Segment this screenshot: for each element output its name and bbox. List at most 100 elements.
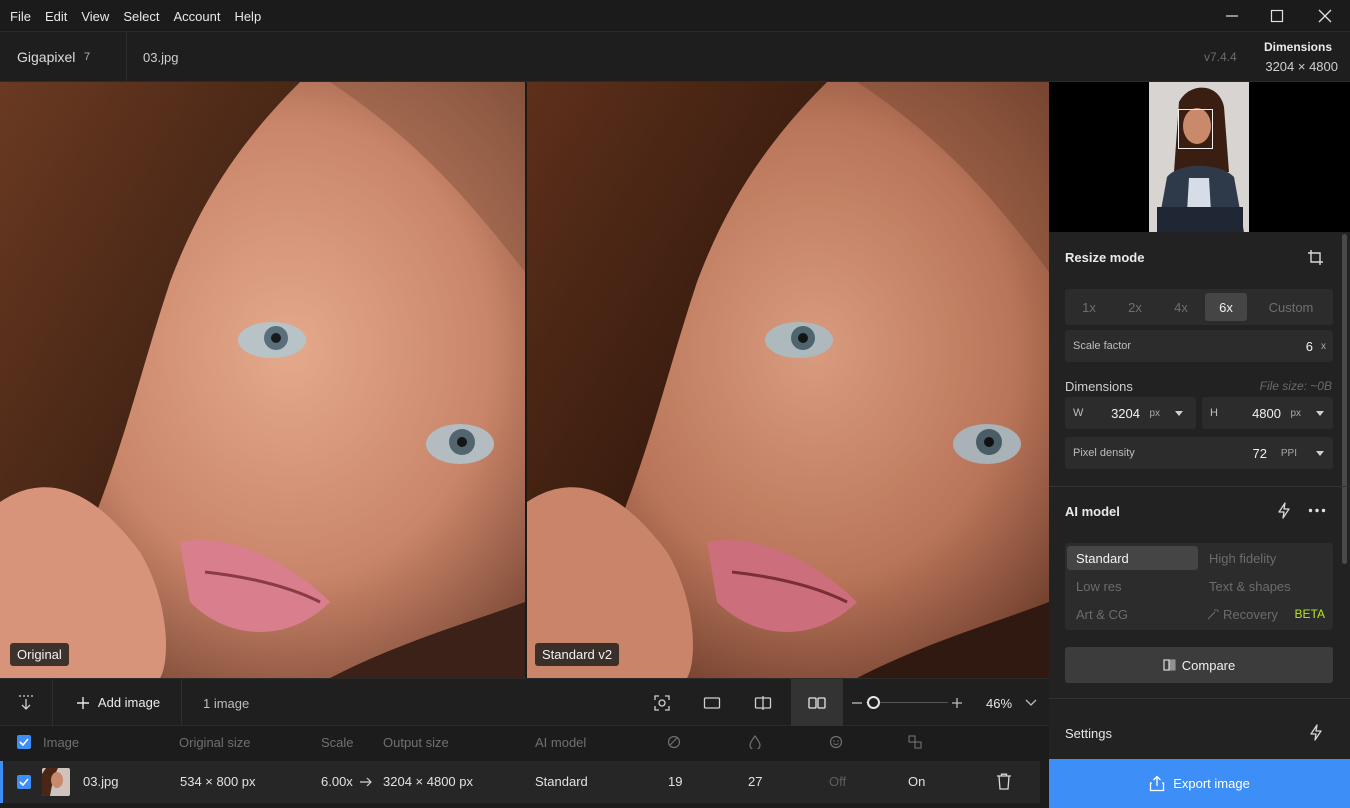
image-count: 1 image [203,696,250,711]
focus-frame-icon [654,694,670,711]
original-pane[interactable]: Original [0,82,525,678]
single-view-button[interactable] [695,679,729,726]
settings-title[interactable]: Settings [1065,726,1112,741]
model-recovery[interactable]: Recovery BETA [1200,602,1331,626]
beta-badge: BETA [1294,607,1325,621]
menu-view[interactable]: View [81,9,109,24]
row-face-recovery-value: Off [829,774,847,789]
menu-help[interactable]: Help [234,9,261,24]
add-image-button[interactable]: Add image [66,679,170,726]
scale-factor-label: Scale factor [1073,340,1132,352]
enhanced-photo [527,82,1049,678]
resize-mode-title: Resize mode [1065,250,1145,265]
import-button[interactable] [0,679,52,726]
zoom-dropdown-button[interactable] [1020,679,1042,726]
width-field[interactable]: W 3204 px [1065,397,1196,429]
chevron-down-icon [1025,699,1037,706]
menu-account[interactable]: Account [173,9,220,24]
scale-option-2x[interactable]: 2x [1115,293,1155,321]
divider [1049,698,1350,699]
navigator-viewport[interactable] [1178,109,1213,149]
pixel-density-dropdown[interactable] [1316,451,1324,456]
scale-option-4x[interactable]: 4x [1161,293,1201,321]
arrow-right-icon [360,777,372,787]
scale-factor-unit: x [1321,341,1326,352]
height-unit: px [1290,408,1301,419]
close-button[interactable] [1302,0,1348,32]
row-checkbox[interactable] [17,775,31,789]
export-image-button[interactable]: Export image [1049,759,1350,808]
column-header-scale[interactable]: Scale [321,735,354,750]
original-label: Original [10,643,69,666]
column-header-original-size[interactable]: Original size [179,735,251,750]
lightning-icon[interactable] [1277,502,1291,519]
divider [1049,486,1350,487]
scale-option-1x[interactable]: 1x [1069,293,1109,321]
row-ai-model: Standard [535,774,588,789]
width-unit-dropdown[interactable] [1175,411,1183,416]
minimize-icon [1226,15,1238,17]
navigator[interactable] [1049,82,1350,232]
lightning-icon[interactable] [1309,724,1323,741]
ai-model-title: AI model [1065,504,1120,519]
model-text-shapes[interactable]: Text & shapes [1200,574,1331,598]
more-options-icon[interactable] [1308,508,1326,513]
height-unit-dropdown[interactable] [1316,411,1324,416]
menu-file[interactable]: File [10,9,31,24]
settings-panel: Resize mode 1x 2x 4x 6x Custom Scale fac… [1049,82,1350,808]
enhanced-pane[interactable]: Standard v2 [527,82,1049,678]
side-by-side-view-button[interactable] [791,679,843,726]
row-denoise-value: 19 [668,774,683,789]
minimize-button[interactable] [1209,0,1255,32]
scale-option-custom[interactable]: Custom [1253,293,1329,321]
maximize-button[interactable] [1254,0,1300,32]
zoom-out-button[interactable] [848,679,866,726]
checkmark-icon [19,778,29,787]
app-name: Gigapixel [17,49,76,65]
pixel-density-value: 72 [1252,446,1267,461]
menu-bar: File Edit View Select Account Help [0,0,1350,32]
image-preview[interactable]: Original Standard v2 [0,82,1049,678]
scale-option-6x[interactable]: 6x [1205,293,1247,321]
trash-icon[interactable] [996,773,1012,790]
sharpen-drop-icon [749,735,761,749]
checkmark-icon [19,738,29,747]
enhanced-label: Standard v2 [535,643,620,666]
zoom-slider-handle[interactable] [867,696,880,709]
column-header-image[interactable]: Image [43,735,79,750]
side-by-side-icon [808,696,826,709]
file-size-estimate: File size: ~0B [1259,379,1332,393]
zoom-in-button[interactable] [948,679,966,726]
pixel-density-field[interactable]: Pixel density 72 PPI [1065,437,1333,469]
table-row[interactable]: 03.jpg 534 × 800 px 6.00x 3204 × 4800 px… [0,761,1040,803]
maximize-icon [1270,9,1284,23]
model-standard[interactable]: Standard [1067,546,1198,570]
height-label: H [1210,407,1218,419]
scale-factor-field[interactable]: Scale factor 6 x [1065,330,1333,362]
export-image-label: Export image [1173,776,1250,791]
split-view-button[interactable] [746,679,780,726]
denoise-column-icon [667,735,681,749]
fit-view-button[interactable] [645,679,679,726]
add-image-label: Add image [97,695,161,710]
model-art-cg[interactable]: Art & CG [1067,602,1198,626]
column-header-output-size[interactable]: Output size [383,735,449,750]
panel-scrollbar[interactable] [1342,234,1347,564]
row-sharpen-value: 27 [748,774,763,789]
header-dimensions-value: 3204 × 4800 [1265,59,1338,74]
model-high-fidelity[interactable]: High fidelity [1200,546,1331,570]
model-low-res[interactable]: Low res [1067,574,1198,598]
height-field[interactable]: H 4800 px [1202,397,1333,429]
menu-edit[interactable]: Edit [45,9,67,24]
current-file-name: 03.jpg [143,50,179,65]
compare-button[interactable]: Compare [1065,647,1333,683]
select-all-checkbox[interactable] [17,735,31,749]
height-value: 4800 [1252,406,1281,421]
split-view-icon [754,695,772,710]
crop-icon[interactable] [1307,249,1324,266]
menu-select[interactable]: Select [123,9,159,24]
column-header-ai-model[interactable]: AI model [535,735,586,750]
export-icon [1150,775,1165,792]
shapes-icon [908,735,922,749]
single-view-icon [703,696,721,709]
